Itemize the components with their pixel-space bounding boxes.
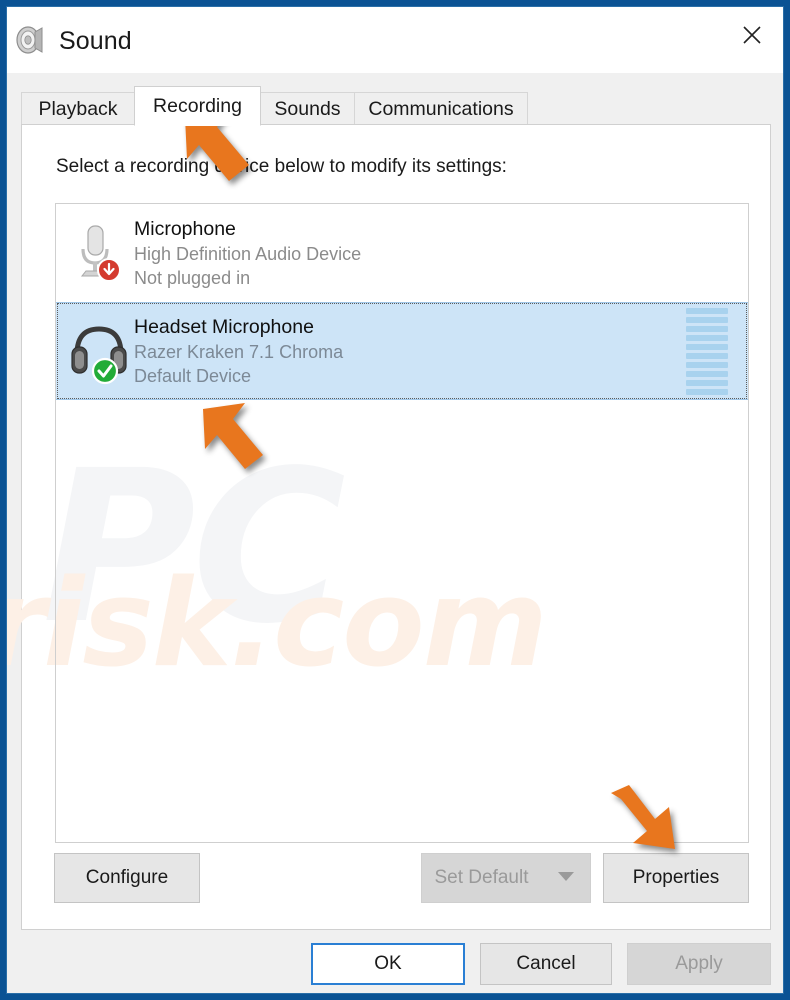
instruction-text: Select a recording device below to modif…: [56, 156, 507, 177]
table-row[interactable]: Microphone High Definition Audio Device …: [56, 204, 748, 302]
sound-dialog-window: Sound Playback Recording Sounds Communic…: [6, 6, 784, 994]
desk-microphone-icon: [70, 218, 132, 288]
device-info: Headset Microphone Razer Kraken 7.1 Chro…: [132, 314, 686, 389]
ok-button-label: OK: [374, 953, 402, 974]
headset-icon: [70, 316, 132, 386]
tab-communications-label: Communications: [368, 97, 514, 120]
level-meter: [686, 307, 728, 395]
speaker-icon: [15, 25, 49, 55]
device-status: Not plugged in: [134, 268, 251, 289]
ok-button[interactable]: OK: [311, 943, 465, 985]
device-status: Default Device: [134, 366, 252, 387]
configure-button[interactable]: Configure: [54, 853, 200, 903]
set-default-dropdown-button: [541, 853, 591, 903]
set-default-button: Set Default: [421, 853, 541, 903]
set-default-button-label: Set Default: [434, 867, 529, 888]
close-icon[interactable]: [721, 7, 783, 63]
tab-playback[interactable]: Playback: [21, 92, 135, 125]
cancel-button-label: Cancel: [516, 953, 576, 974]
chevron-down-icon: [557, 869, 575, 887]
tab-recording[interactable]: Recording: [134, 86, 261, 126]
tab-playback-label: Playback: [38, 97, 118, 120]
tab-sounds-label: Sounds: [274, 97, 341, 120]
table-row[interactable]: Headset Microphone Razer Kraken 7.1 Chro…: [56, 302, 748, 400]
properties-button-label: Properties: [632, 867, 720, 888]
tab-communications[interactable]: Communications: [354, 92, 528, 125]
device-description: High Definition Audio Device: [134, 243, 362, 264]
configure-button-label: Configure: [85, 867, 169, 888]
device-name: Microphone: [134, 217, 236, 240]
cancel-button[interactable]: Cancel: [480, 943, 612, 985]
device-name: Headset Microphone: [134, 315, 314, 338]
apply-button-label: Apply: [675, 953, 723, 974]
device-list[interactable]: Microphone High Definition Audio Device …: [55, 203, 749, 843]
device-description: Razer Kraken 7.1 Chroma: [134, 341, 344, 362]
arrow-to-properties-button: [603, 785, 689, 870]
apply-button: Apply: [627, 943, 771, 985]
tab-recording-label: Recording: [153, 94, 242, 117]
tab-sounds[interactable]: Sounds: [260, 92, 355, 125]
device-info: Microphone High Definition Audio Device …: [132, 216, 748, 291]
arrow-to-headset-device: [195, 397, 281, 488]
page-title: Sound: [59, 27, 132, 55]
tab-strip: Playback Recording Sounds Communications: [21, 86, 771, 126]
title-bar: Sound: [7, 7, 783, 73]
